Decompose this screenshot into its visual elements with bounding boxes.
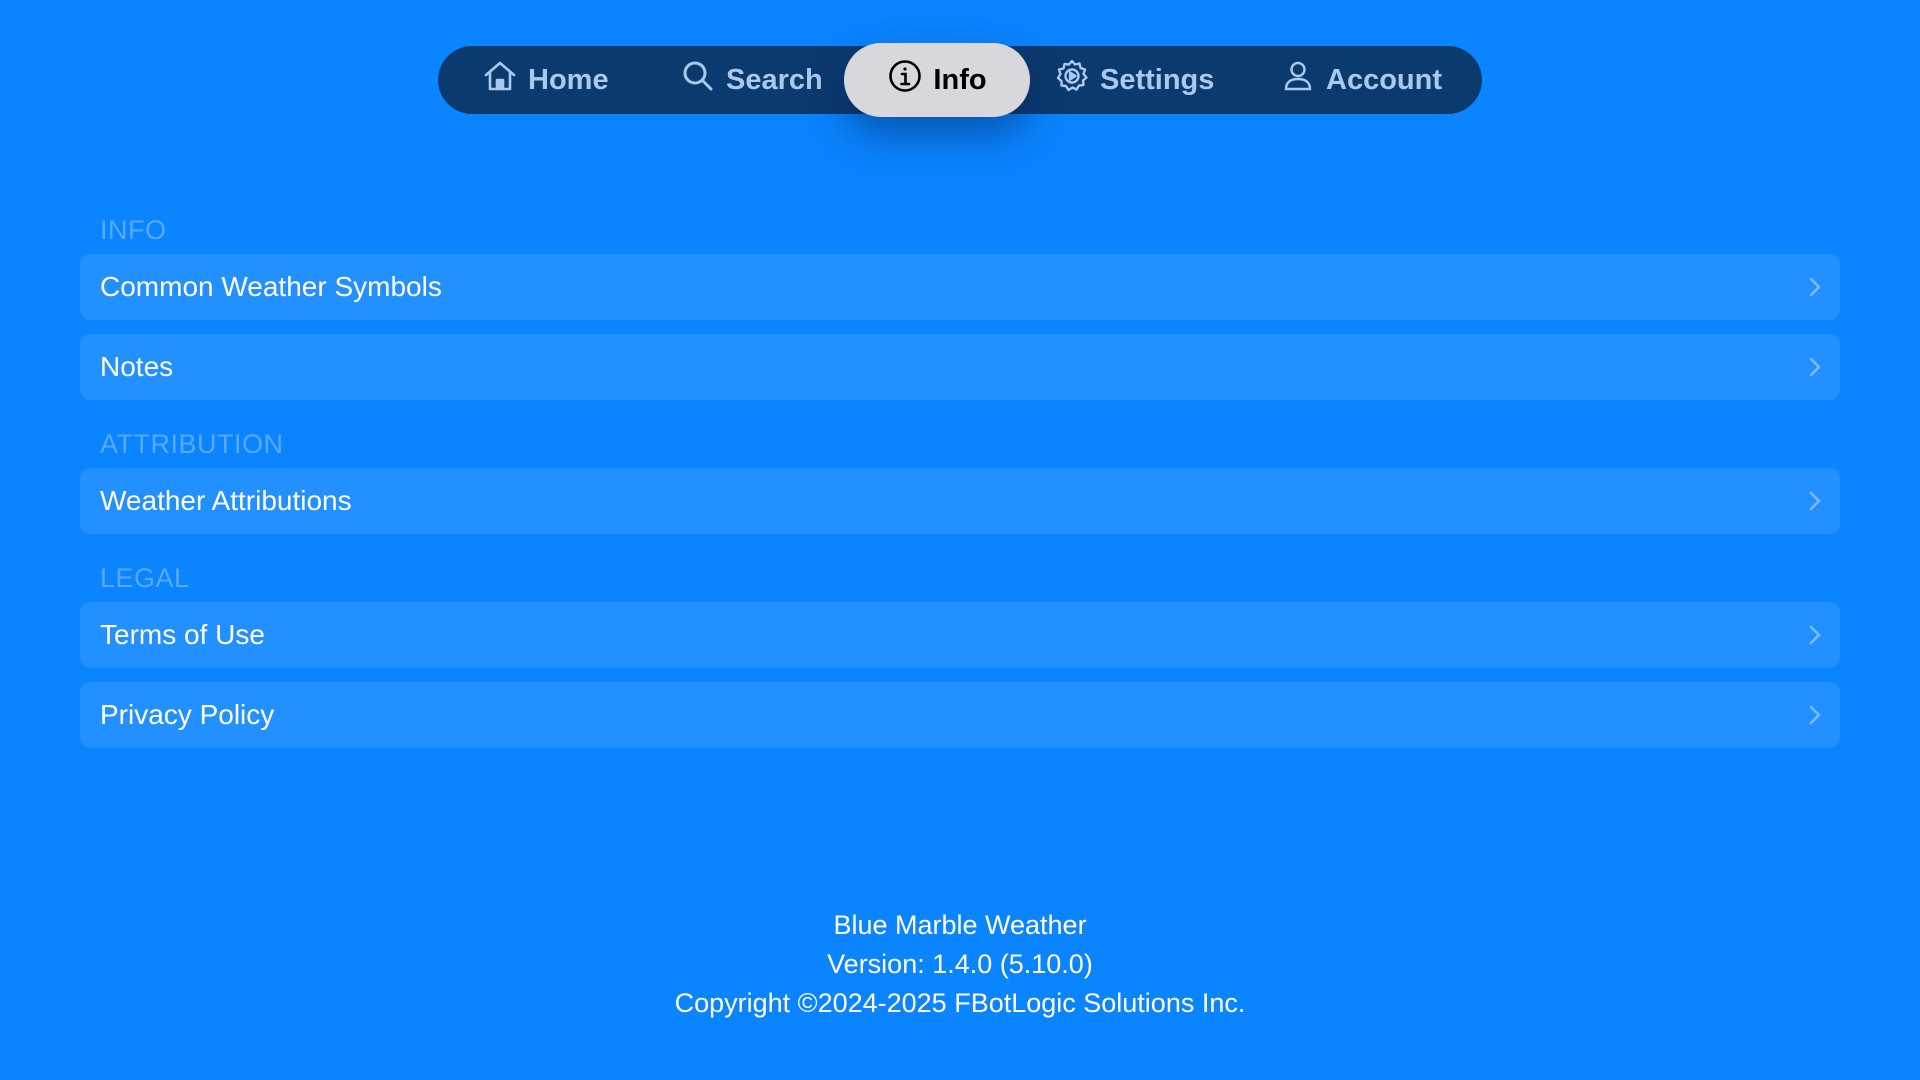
app-name: Blue Marble Weather [833,910,1087,940]
list-item-terms-of-use[interactable]: Terms of Use [80,602,1840,668]
app-version: Version: 1.4.0 (5.10.0) [827,949,1093,979]
tab-info[interactable]: Info [844,43,1030,117]
list-item-label: Privacy Policy [100,699,275,730]
tab-settings-label: Settings [1100,63,1215,96]
chevron-right-icon [1809,705,1821,725]
chevron-right-icon [1809,277,1821,297]
chevron-right-icon [1809,357,1821,377]
chevron-right-icon [1809,625,1821,645]
tab-home[interactable]: Home [482,46,609,114]
list-item-label: Common Weather Symbols [100,271,442,302]
list-item-label: Notes [100,351,174,382]
tab-account-label: Account [1326,63,1442,96]
tab-home-label: Home [528,63,609,96]
list-item-notes[interactable]: Notes [80,334,1840,400]
tab-search[interactable]: Search [680,46,823,114]
list-item-label: Weather Attributions [100,485,352,516]
tab-search-label: Search [726,63,823,96]
tab-info-label: Info [933,63,987,96]
list-item-weather-attributions[interactable]: Weather Attributions [80,468,1840,534]
info-circle-icon [887,58,923,102]
tab-account[interactable]: Account [1280,46,1442,114]
gear-icon [1054,58,1090,102]
magnifier-icon [680,58,716,102]
person-icon [1280,58,1316,102]
section-header-info: INFO [100,215,167,245]
list-item-common-weather-symbols[interactable]: Common Weather Symbols [80,254,1840,320]
section-header-attribution: ATTRIBUTION [100,429,284,459]
tab-settings[interactable]: Settings [1054,46,1214,114]
copyright-text: Copyright ©2024-2025 FBotLogic Solutions… [674,988,1246,1018]
list-item-label: Terms of Use [100,619,265,650]
info-screen: Home Search Info Settings Account INFO C… [0,0,1920,1080]
list-item-privacy-policy[interactable]: Privacy Policy [80,682,1840,748]
section-header-legal: LEGAL [100,563,190,593]
house-icon [482,58,518,102]
tab-bar: Home Search Info Settings Account [438,43,1482,117]
chevron-right-icon [1809,491,1821,511]
app-footer: Blue Marble Weather Version: 1.4.0 (5.10… [0,906,1920,1023]
